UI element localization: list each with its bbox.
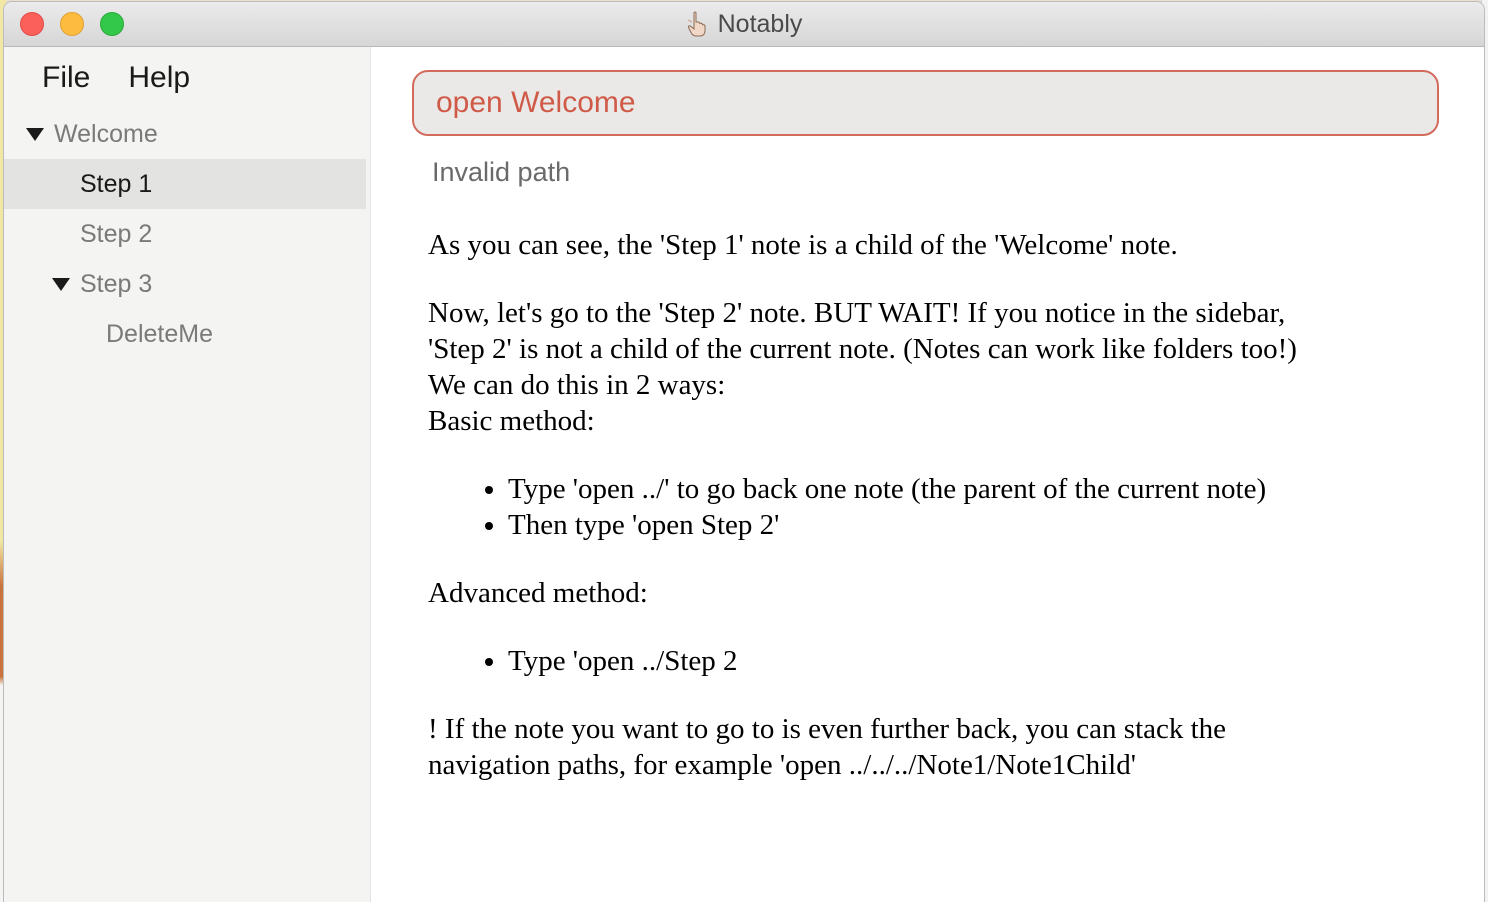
pointing-hand-icon: [686, 11, 708, 37]
tree-item-label: Step 3: [80, 269, 153, 298]
tree-item-label: Step 1: [80, 169, 153, 198]
tree-item-step-3[interactable]: Step 3: [4, 259, 366, 309]
expanded-triangle-icon[interactable]: [52, 277, 70, 291]
tree-item-step-1[interactable]: Step 1: [4, 159, 366, 209]
tree-item-step-2[interactable]: Step 2: [4, 209, 366, 259]
window-title: Notably: [717, 9, 803, 38]
list-item: Type 'open ../Step 2: [508, 643, 1428, 679]
advanced-method-list: Type 'open ../Step 2: [428, 643, 1428, 679]
tree-item-label: Step 2: [80, 219, 153, 248]
note-line: navigation paths, for example 'open ../.…: [428, 749, 1136, 781]
tree-item-label: DeleteMe: [106, 319, 213, 348]
note-line: ! If the note you want to go to is even …: [428, 713, 1227, 745]
sidebar: File Help Welcome Step 1 Step 2 Step 3 D…: [4, 47, 371, 902]
note-paragraph: As you can see, the 'Step 1' note is a c…: [428, 229, 1178, 261]
menu-file[interactable]: File: [42, 61, 90, 95]
note-line: Now, let's go to the 'Step 2' note. BUT …: [428, 297, 1286, 329]
expanded-triangle-icon[interactable]: [26, 127, 44, 141]
tree-item-welcome[interactable]: Welcome: [4, 109, 366, 159]
note-line: We can do this in 2 ways:: [428, 369, 726, 401]
note-line: Advanced method:: [428, 577, 648, 609]
tree-item-label: Welcome: [54, 119, 158, 148]
note-pane: Invalid path As you can see, the 'Step 1…: [371, 47, 1484, 902]
app-window: Notably File Help Welcome Step 1 Step 2 …: [4, 2, 1484, 902]
note-tree: Welcome Step 1 Step 2 Step 3 DeleteMe: [4, 109, 366, 359]
menu-bar: File Help: [42, 61, 190, 95]
note-line: Basic method:: [428, 405, 595, 437]
menu-help[interactable]: Help: [128, 61, 190, 95]
title-bar[interactable]: Notably: [4, 2, 1484, 47]
command-input[interactable]: [412, 70, 1439, 136]
tree-item-deleteme[interactable]: DeleteMe: [4, 309, 366, 359]
note-content: As you can see, the 'Step 1' note is a c…: [428, 227, 1428, 783]
status-message: Invalid path: [432, 157, 571, 187]
window-title-group: Notably: [4, 2, 1484, 46]
basic-method-list: Type 'open ../' to go back one note (the…: [428, 471, 1428, 543]
list-item: Type 'open ../' to go back one note (the…: [508, 471, 1428, 507]
note-line: 'Step 2' is not a child of the current n…: [428, 333, 1297, 365]
list-item: Then type 'open Step 2': [508, 507, 1428, 543]
